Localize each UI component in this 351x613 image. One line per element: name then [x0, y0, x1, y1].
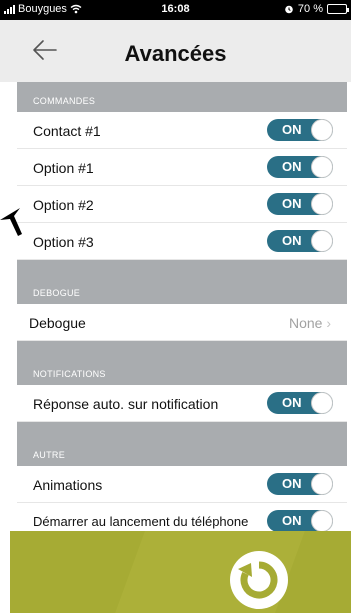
toggle-state: ON — [282, 196, 302, 211]
section-header-label: AUTRE — [33, 450, 66, 460]
toggle-switch[interactable]: ON — [267, 156, 333, 178]
battery-percent: 70 % — [297, 3, 323, 15]
toggle-state: ON — [282, 476, 302, 491]
toggle-knob — [311, 156, 333, 178]
status-bar: Bouygues 16:08 70 % — [0, 0, 351, 20]
settings-row-debogue[interactable]: Debogue None › — [17, 304, 347, 341]
toggle-knob — [311, 510, 333, 532]
alarm-icon — [285, 5, 293, 14]
settings-row-option-3[interactable]: Option #3 ON — [17, 223, 347, 260]
toggle-knob — [311, 193, 333, 215]
row-label: Démarrer au lancement du téléphone — [33, 514, 249, 529]
row-label: Réponse auto. sur notification — [33, 396, 219, 412]
section-header-notifications: NOTIFICATIONS — [17, 341, 347, 385]
row-label: Contact #1 — [33, 123, 101, 139]
reset-icon[interactable] — [228, 549, 290, 611]
settings-row-animations[interactable]: Animations ON — [17, 466, 347, 503]
toggle-switch[interactable]: ON — [267, 510, 333, 532]
toggle-knob — [311, 473, 333, 495]
status-right: 70 % — [284, 3, 349, 15]
toggle-knob — [311, 230, 333, 252]
section-header-debogue: DEBOGUE — [17, 260, 347, 304]
footer-bar — [10, 531, 351, 613]
toggle-state: ON — [282, 395, 302, 410]
toggle-switch[interactable]: ON — [267, 392, 333, 414]
section-header-label: DEBOGUE — [33, 288, 81, 298]
row-label: Animations — [33, 477, 103, 493]
debogue-value: None › — [288, 315, 331, 331]
chevron-right-icon: › — [326, 315, 331, 331]
row-label: Option #1 — [33, 160, 94, 176]
row-label: Option #3 — [33, 234, 94, 250]
page-title: Avancées — [124, 41, 227, 66]
toggle-state: ON — [282, 159, 302, 174]
settings-row-reponse-auto[interactable]: Réponse auto. sur notification ON — [17, 385, 347, 422]
battery-icon — [327, 4, 349, 14]
toggle-switch[interactable]: ON — [267, 119, 333, 141]
toggle-state: ON — [282, 122, 302, 137]
section-header-label: NOTIFICATIONS — [33, 369, 106, 379]
nav-bar: Avancées — [0, 20, 351, 82]
section-header-label: COMMANDES — [33, 96, 96, 106]
section-header-commandes: COMMANDES — [17, 82, 347, 112]
mouse-pointer-icon — [0, 208, 22, 236]
section-header-autre: AUTRE — [17, 422, 347, 466]
toggle-switch[interactable]: ON — [267, 473, 333, 495]
row-label: Debogue — [29, 315, 86, 331]
toggle-knob — [311, 119, 333, 141]
settings-row-contact-1[interactable]: Contact #1 ON — [17, 112, 347, 149]
toggle-switch[interactable]: ON — [267, 193, 333, 215]
settings-row-option-2[interactable]: Option #2 ON — [17, 186, 347, 223]
row-label: Option #2 — [33, 197, 94, 213]
toggle-state: ON — [282, 233, 302, 248]
settings-row-option-1[interactable]: Option #1 ON — [17, 149, 347, 186]
toggle-knob — [311, 392, 333, 414]
toggle-switch[interactable]: ON — [267, 230, 333, 252]
toggle-state: ON — [282, 513, 302, 528]
